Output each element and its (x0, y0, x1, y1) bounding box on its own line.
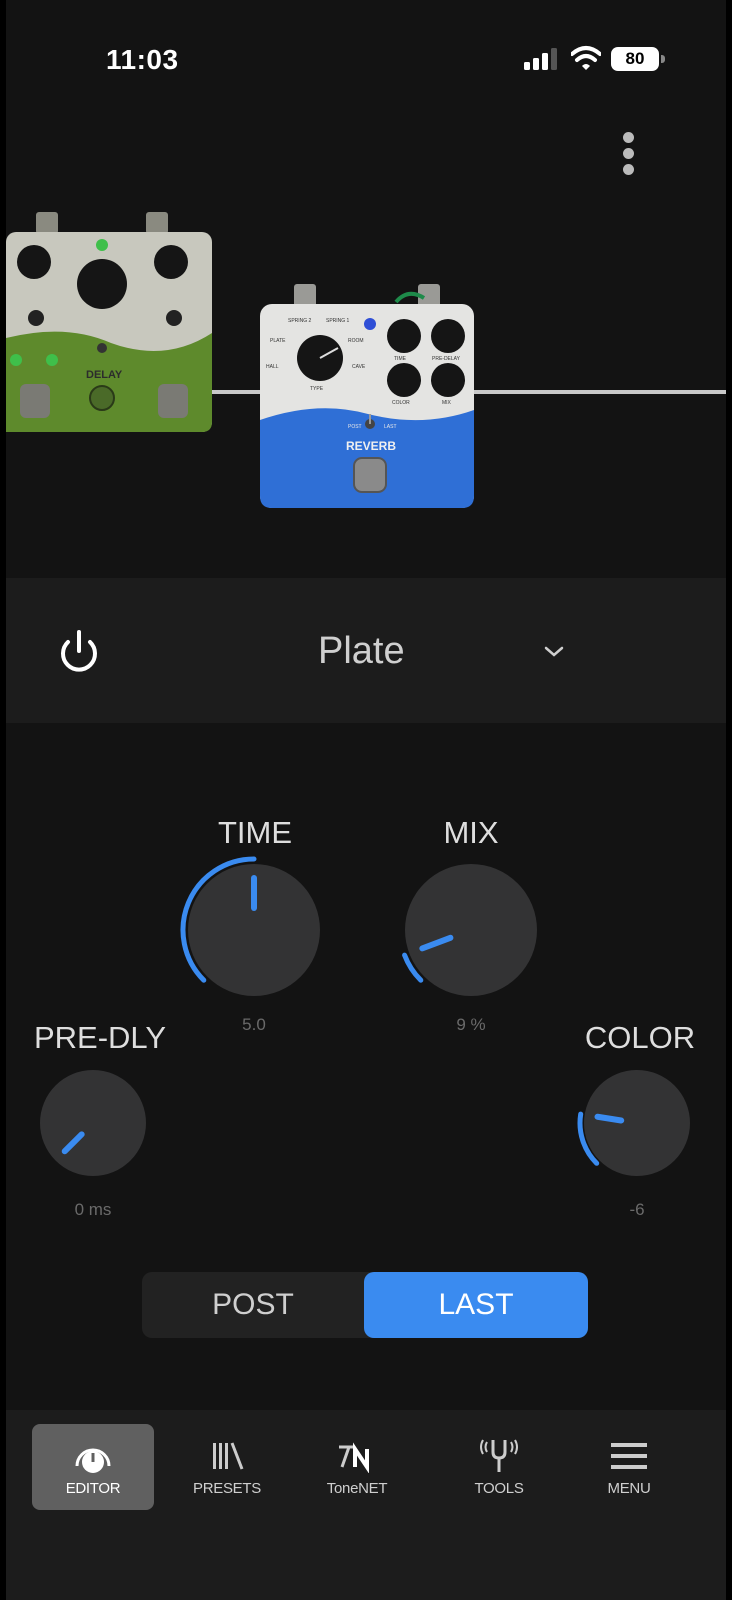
presets-icon (213, 1442, 244, 1470)
time-knob-label: TIME (217, 815, 293, 850)
reverb-predelay-label: PRE-DELAY (432, 356, 461, 362)
pre-dly-knob-label: PRE-DLY (33, 1020, 167, 1055)
reverb-type-hall: HALL (266, 364, 279, 370)
wifi-icon (571, 46, 601, 70)
battery-icon: 80 (611, 47, 665, 71)
reverb-type-room: ROOM (348, 338, 364, 344)
pre-dly-value: 0 ms (74, 1200, 112, 1219)
reverb-post-label: POST (348, 424, 362, 430)
reverb-pedal[interactable]: SPRING 2 SPRING 1 PLATE ROOM HALL CAVE T… (258, 282, 478, 510)
reverb-type-dropdown[interactable]: Plate (318, 630, 405, 673)
time-knob[interactable] (172, 848, 336, 1012)
mix-value: 9 % (456, 1015, 486, 1034)
nav-presets-label: PRESETS (193, 1480, 261, 1497)
delay-pedal[interactable]: DELAY (6, 208, 216, 438)
tools-icon (480, 1439, 518, 1472)
reverb-type-cave: CAVE (352, 364, 366, 370)
reverb-type-label: TYPE (310, 386, 324, 392)
delay-pedal-label: DELAY (86, 369, 123, 381)
mix-knob[interactable] (389, 848, 553, 1012)
reverb-type-spring1: SPRING 1 (326, 318, 350, 324)
cellular-signal-icon (524, 48, 557, 70)
reverb-time-label: TIME (394, 356, 407, 362)
nav-tools[interactable]: TOOLS (438, 1424, 560, 1510)
nav-presets[interactable]: PRESETS (166, 1424, 288, 1510)
last-option[interactable]: LAST (364, 1272, 588, 1338)
chevron-down-icon[interactable] (542, 644, 566, 660)
reverb-type-spring2: SPRING 2 (288, 318, 312, 324)
pre-dly-knob[interactable] (26, 1056, 160, 1190)
nav-menu-label: MENU (607, 1480, 651, 1497)
nav-tonenet[interactable]: ToneNET (296, 1424, 418, 1510)
color-knob[interactable] (570, 1056, 704, 1190)
editor-icon (75, 1448, 111, 1473)
nav-tonenet-label: ToneNET (326, 1480, 388, 1497)
nav-tools-label: TOOLS (474, 1480, 524, 1497)
reverb-mix-label: MIX (442, 400, 452, 406)
nav-editor[interactable]: EDITOR (32, 1424, 154, 1510)
status-bar: 11:03 80 (6, 0, 726, 120)
power-icon[interactable] (54, 626, 104, 676)
mix-knob-label: MIX (443, 815, 499, 850)
menu-icon (611, 1443, 647, 1469)
time-value: 5.0 (242, 1015, 266, 1034)
reverb-pedal-label: REVERB (346, 439, 396, 453)
battery-level: 80 (611, 47, 659, 71)
reverb-last-label: LAST (384, 424, 397, 430)
reverb-type-selector-bar: Plate (6, 578, 726, 723)
reverb-type-plate: PLATE (270, 338, 286, 344)
tonenet-icon (339, 1442, 369, 1473)
nav-editor-label: EDITOR (65, 1480, 121, 1497)
nav-menu[interactable]: MENU (568, 1424, 690, 1510)
app-screen: 11:03 80 DELAY SPRING 2 SPRING 1 PLATE R… (6, 0, 726, 1600)
color-knob-label: COLOR (584, 1020, 696, 1055)
pedalboard: DELAY SPRING 2 SPRING 1 PLATE ROOM HALL … (6, 200, 726, 530)
post-last-toggle: POST LAST (142, 1272, 588, 1338)
more-options-icon[interactable] (614, 132, 642, 178)
color-value: -6 (629, 1200, 645, 1219)
post-option[interactable]: POST (142, 1272, 364, 1338)
status-time: 11:03 (106, 44, 179, 75)
reverb-color-label: COLOR (392, 400, 410, 406)
bottom-nav: EDITOR PRESETS ToneNET TOOLS MENU (6, 1410, 726, 1600)
signal-cable (474, 390, 726, 394)
